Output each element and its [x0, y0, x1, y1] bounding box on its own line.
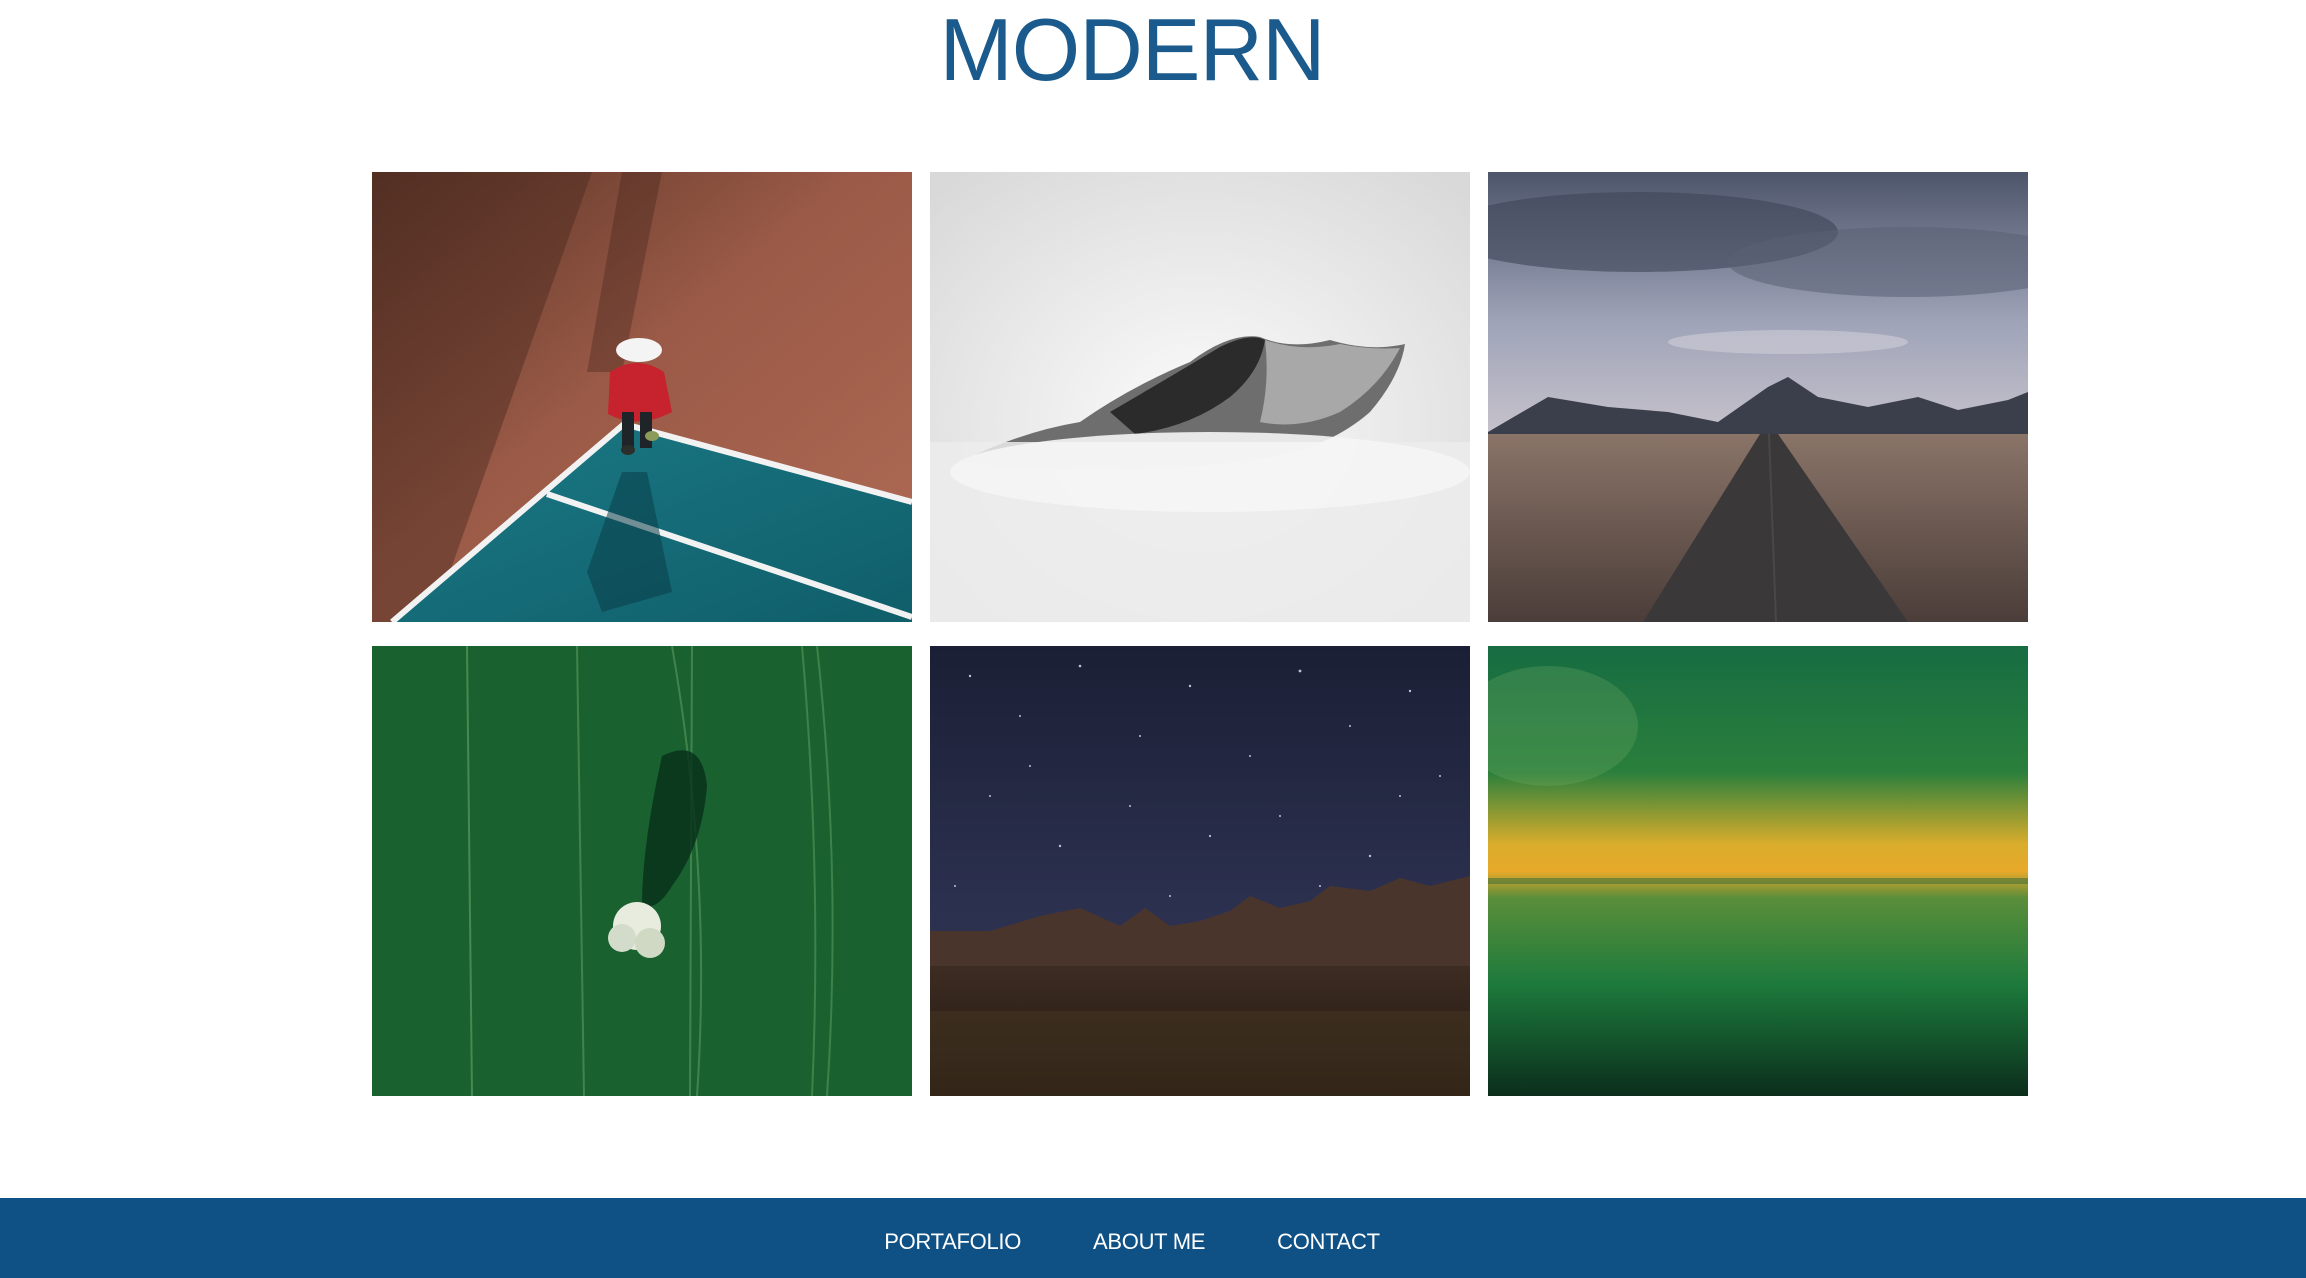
site-title: MODERN: [939, 0, 1325, 99]
misty-mountain-photo: [930, 172, 1470, 622]
starry-night-photo: [930, 646, 1470, 1096]
road-mountains-photo: [1488, 172, 2028, 622]
tennis-court-photo: [372, 172, 912, 622]
nav-link-portafolio[interactable]: PORTAFOLIO: [884, 1229, 1021, 1255]
abstract-sunset-photo: [1488, 646, 2028, 1096]
photo-gallery: [372, 172, 2028, 1096]
gallery-image-green-field-tree[interactable]: [372, 646, 912, 1096]
page: MODERN PORTAFOLIO ABOUT ME CONTACT: [0, 0, 2306, 1278]
site-footer: PORTAFOLIO ABOUT ME CONTACT: [0, 1198, 2306, 1278]
footer-nav: PORTAFOLIO ABOUT ME CONTACT: [0, 1198, 2264, 1278]
gallery-image-road-mountains[interactable]: [1488, 172, 2028, 622]
gallery-image-misty-mountain[interactable]: [930, 172, 1470, 622]
nav-link-about-me[interactable]: ABOUT ME: [1093, 1229, 1205, 1255]
nav-link-contact[interactable]: CONTACT: [1277, 1229, 1380, 1255]
gallery-image-abstract-sunset[interactable]: [1488, 646, 2028, 1096]
green-field-tree-photo: [372, 646, 912, 1096]
gallery-image-tennis-court[interactable]: [372, 172, 912, 622]
gallery-image-starry-night[interactable]: [930, 646, 1470, 1096]
